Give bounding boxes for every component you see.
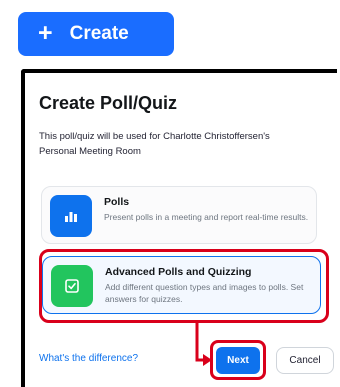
whats-the-difference-link[interactable]: What's the difference? xyxy=(39,353,138,364)
create-button[interactable]: + Create xyxy=(18,12,174,56)
option-polls[interactable]: Polls Present polls in a meeting and rep… xyxy=(41,186,317,244)
dialog-title: Create Poll/Quiz xyxy=(39,93,178,113)
option-polls-title: Polls xyxy=(104,196,130,208)
next-button[interactable]: Next xyxy=(216,347,260,374)
plus-icon: + xyxy=(38,18,53,47)
quiz-check-icon xyxy=(51,265,93,307)
cancel-button[interactable]: Cancel xyxy=(276,347,334,374)
create-poll-dialog: Create Poll/Quiz This poll/quiz will be … xyxy=(21,69,337,387)
bar-chart-icon xyxy=(50,195,92,237)
option-advanced-description: Add different question types and images … xyxy=(105,282,304,304)
option-polls-description: Present polls in a meeting and report re… xyxy=(104,212,309,222)
option-advanced-title: Advanced Polls and Quizzing xyxy=(105,266,252,278)
create-button-label: Create xyxy=(69,23,129,44)
dialog-description: This poll/quiz will be used for Charlott… xyxy=(39,131,270,157)
option-advanced-polls[interactable]: Advanced Polls and Quizzing Add differen… xyxy=(42,256,321,314)
